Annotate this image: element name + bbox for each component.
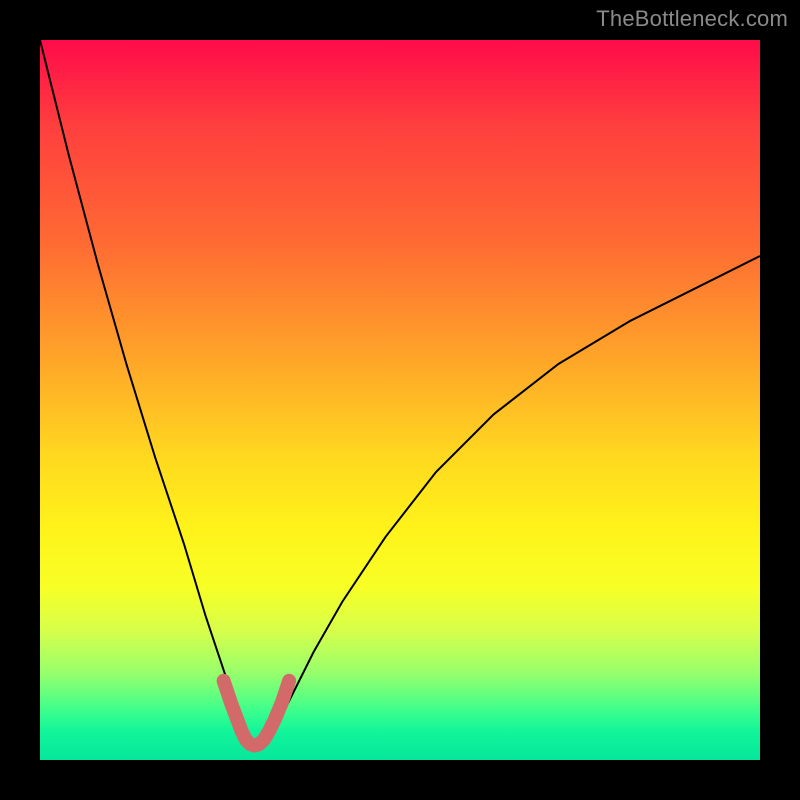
watermark-text: TheBottleneck.com (596, 6, 788, 32)
chart-svg (40, 40, 760, 760)
chart-plot-area (40, 40, 760, 760)
chart-stage: TheBottleneck.com (0, 0, 800, 800)
trough-highlight-path (224, 681, 290, 746)
bottleneck-curve-path (40, 40, 760, 746)
